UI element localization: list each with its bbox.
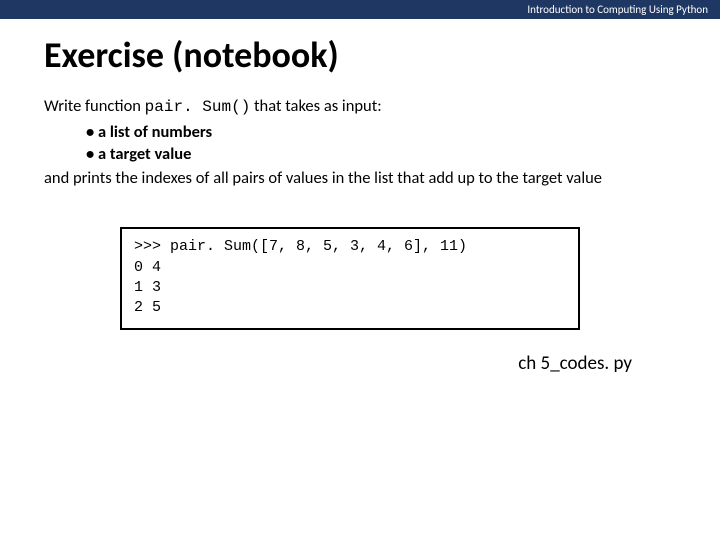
intro-after: and prints the indexes of all pairs of v… bbox=[44, 168, 602, 188]
header-bar: Introduction to Computing Using Python bbox=[0, 0, 720, 19]
file-reference: ch 5_codes. py bbox=[0, 330, 720, 375]
code-block: >>> pair. Sum([7, 8, 5, 3, 4, 6], 11) 0 … bbox=[120, 227, 580, 330]
page-title: Exercise (notebook) bbox=[0, 19, 720, 95]
list-item: a list of numbers bbox=[86, 121, 676, 143]
intro-post: that takes as input: bbox=[250, 96, 381, 116]
exercise-description: Write function pair. Sum() that takes as… bbox=[0, 95, 720, 189]
list-item: a target value bbox=[86, 143, 676, 165]
header-text: Introduction to Computing Using Python bbox=[527, 3, 708, 16]
function-name: pair. Sum() bbox=[145, 98, 251, 116]
bullet-list: a list of numbers a target value bbox=[44, 121, 676, 166]
intro-pre: Write function bbox=[44, 96, 145, 116]
